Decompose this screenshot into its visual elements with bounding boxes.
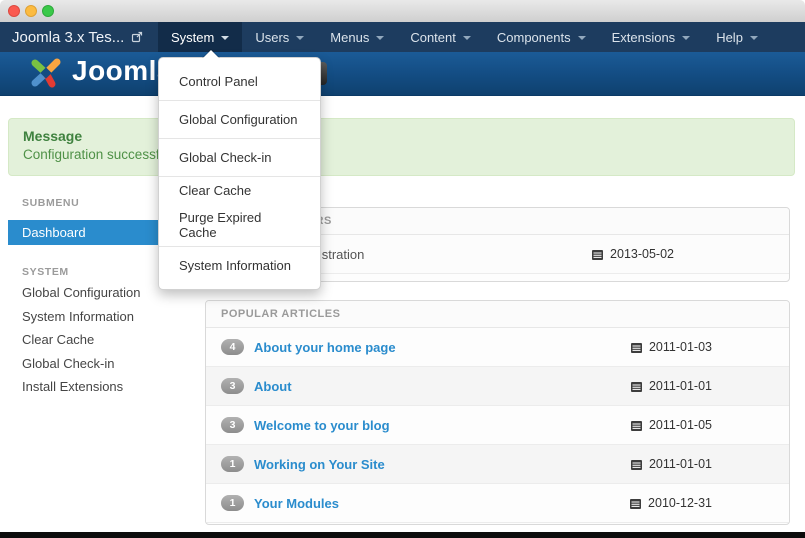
caret-down-icon (463, 36, 471, 40)
calendar-icon (630, 419, 643, 432)
menu-item-control-panel[interactable]: Control Panel (159, 63, 320, 100)
menu-help[interactable]: Help (703, 22, 771, 52)
caret-down-icon (750, 36, 758, 40)
joomla-header: Joomla (0, 52, 805, 96)
sidebar-item-install-extensions[interactable]: Install Extensions (22, 375, 141, 399)
caret-down-icon (296, 36, 304, 40)
system-dropdown-menu: Control Panel Global Configuration Globa… (158, 57, 321, 290)
menu-item-purge-expired-cache[interactable]: Purge Expired Cache (159, 204, 320, 246)
calendar-icon (630, 458, 643, 471)
date-label: 2011-01-01 (649, 457, 712, 471)
sidebar-item-system-information[interactable]: System Information (22, 305, 141, 329)
sidebar-item-dashboard[interactable]: Dashboard (8, 220, 158, 245)
close-window-button[interactable] (8, 5, 20, 17)
menu-extensions[interactable]: Extensions (599, 22, 704, 52)
sidebar-heading-system: SYSTEM (22, 266, 69, 278)
article-link[interactable]: About (254, 379, 292, 394)
dropdown-pointer (203, 50, 219, 58)
date-label: 2011-01-01 (649, 379, 712, 393)
popular-articles-list: 4 About your home page 2011-01-03 3 Abou… (206, 328, 789, 523)
hits-badge: 1 (221, 495, 244, 511)
caret-down-icon (682, 36, 690, 40)
sidebar-item-dashboard-label: Dashboard (22, 225, 86, 240)
date-cell: 2013-05-02 (591, 247, 674, 261)
table-row: 4 About your home page 2011-01-03 (206, 328, 789, 367)
calendar-icon (630, 341, 643, 354)
date-cell: 2011-01-01 (630, 457, 712, 471)
date-label: 2011-01-05 (649, 418, 712, 432)
article-link[interactable]: About your home page (254, 340, 396, 355)
site-name-link[interactable]: Joomla 3.x Tes... (12, 22, 143, 52)
caret-down-icon (376, 36, 384, 40)
date-cell: 2011-01-03 (630, 340, 712, 354)
caret-down-icon (578, 36, 586, 40)
site-name-label: Joomla 3.x Tes... (12, 29, 124, 46)
menu-extensions-label: Extensions (612, 30, 676, 45)
minimize-window-button[interactable] (25, 5, 37, 17)
caret-down-icon (221, 36, 229, 40)
date-label: 2010-12-31 (648, 496, 712, 510)
menu-content-label: Content (410, 30, 456, 45)
date-label: 2011-01-03 (649, 340, 712, 354)
window-bottom-edge (0, 532, 805, 538)
hits-badge: 4 (221, 339, 244, 355)
popular-articles-panel: POPULAR ARTICLES 4 About your home page … (205, 300, 790, 525)
date-cell: 2011-01-05 (630, 418, 712, 432)
calendar-icon (629, 497, 642, 510)
menu-components[interactable]: Components (484, 22, 599, 52)
date-cell: 2011-01-01 (630, 379, 712, 393)
sidebar-item-clear-cache[interactable]: Clear Cache (22, 328, 141, 352)
joomla-logo-icon (26, 56, 66, 90)
menu-system-label: System (171, 30, 214, 45)
menu-item-clear-cache[interactable]: Clear Cache (159, 177, 320, 204)
menu-components-label: Components (497, 30, 571, 45)
article-link[interactable]: Working on Your Site (254, 457, 385, 472)
admin-navbar: Joomla 3.x Tes... System Users Menus Con… (0, 22, 805, 52)
menu-content[interactable]: Content (397, 22, 484, 52)
window-titlebar (0, 0, 805, 23)
table-row: 3 Welcome to your blog 2011-01-05 (206, 406, 789, 445)
hits-badge: 3 (221, 417, 244, 433)
date-cell: 2010-12-31 (629, 496, 712, 510)
sidebar-heading-submenu: SUBMENU (22, 197, 79, 209)
top-menu: System Users Menus Content Components Ex… (158, 22, 771, 52)
table-row: 1 Working on Your Site 2011-01-01 (206, 445, 789, 484)
menu-system[interactable]: System (158, 22, 242, 52)
calendar-icon (591, 248, 604, 261)
menu-item-system-information[interactable]: System Information (159, 247, 320, 284)
hits-badge: 3 (221, 378, 244, 394)
hits-badge: 1 (221, 456, 244, 472)
menu-help-label: Help (716, 30, 743, 45)
message-heading: Message (23, 128, 82, 144)
zoom-window-button[interactable] (42, 5, 54, 17)
browser-window: Joomla 3.x Tes... System Users Menus Con… (0, 0, 805, 538)
menu-item-global-check-in[interactable]: Global Check-in (159, 139, 320, 176)
calendar-icon (630, 380, 643, 393)
article-link[interactable]: Welcome to your blog (254, 418, 390, 433)
external-link-icon (131, 31, 143, 43)
success-message: Message Configuration successfully saved… (8, 118, 795, 176)
menu-users[interactable]: Users (242, 22, 317, 52)
menu-users-label: Users (255, 30, 289, 45)
table-row: 1 Your Modules 2010-12-31 (206, 484, 789, 523)
table-row: 3 About 2011-01-01 (206, 367, 789, 406)
popular-articles-title: POPULAR ARTICLES (206, 301, 789, 328)
menu-menus[interactable]: Menus (317, 22, 397, 52)
menu-item-global-configuration[interactable]: Global Configuration (159, 101, 320, 138)
sidebar-item-global-configuration[interactable]: Global Configuration (22, 281, 141, 305)
menu-menus-label: Menus (330, 30, 369, 45)
sidebar-system-list: Global Configuration System Information … (22, 281, 141, 399)
sidebar-item-global-check-in[interactable]: Global Check-in (22, 352, 141, 376)
date-label: 2013-05-02 (610, 247, 674, 261)
article-link[interactable]: Your Modules (254, 496, 339, 511)
